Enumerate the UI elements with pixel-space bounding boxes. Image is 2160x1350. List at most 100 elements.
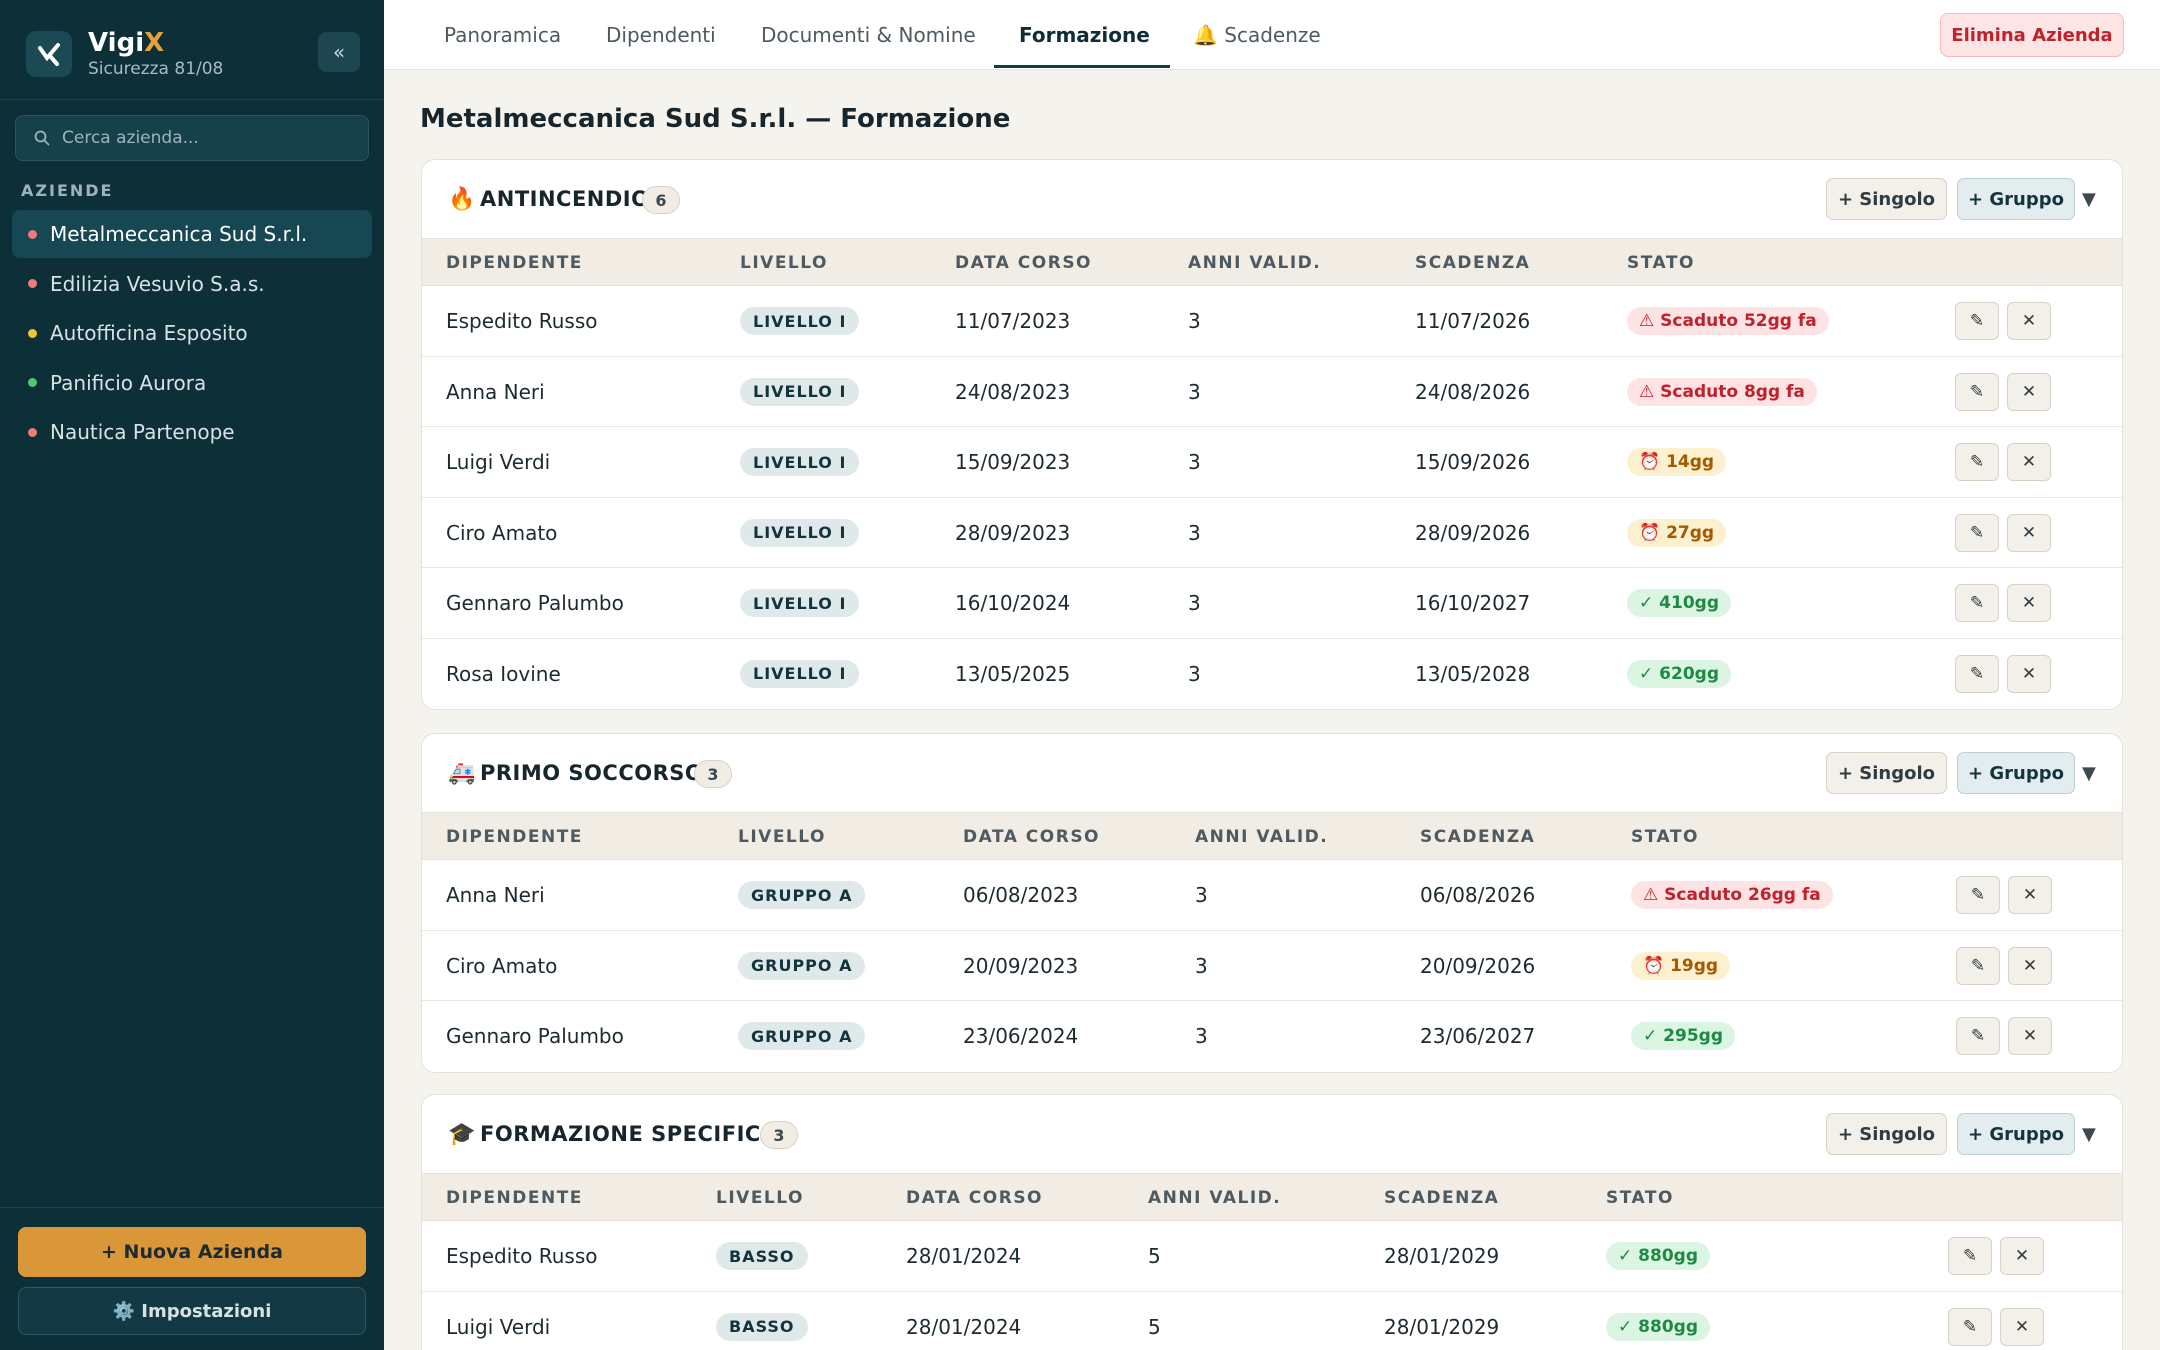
close-icon[interactable]: ✕ — [2000, 1237, 2044, 1275]
edit-icon[interactable]: ✎ — [1956, 876, 2000, 914]
add-single-button[interactable]: + Singolo — [1826, 178, 1947, 220]
table-row: Gennaro Palumbo LIVELLO I 16/10/2024 3 16/10… — [422, 568, 2122, 639]
level-badge: LIVELLO I — [740, 448, 860, 476]
edit-icon[interactable]: ✎ — [1955, 654, 1999, 693]
company-list: Metalmeccanica Sud S.r.l. Edilizia Vesuvi… — [12, 210, 372, 458]
close-icon[interactable]: ✕ — [2008, 876, 2052, 914]
collapse-chevron-icon[interactable]: ▼ — [2082, 1095, 2096, 1173]
column-header: STATO — [1631, 827, 1699, 847]
close-icon[interactable]: ✕ — [2007, 513, 2051, 552]
validity-years: 3 — [1195, 953, 1208, 978]
company-item[interactable]: Panificio Aurora — [12, 359, 372, 407]
edit-icon[interactable]: ✎ — [1955, 372, 1999, 411]
edit-icon[interactable]: ✎ — [1955, 443, 1999, 481]
edit-icon[interactable]: ✎ — [1955, 513, 1999, 552]
tab-dipendenti[interactable]: Dipendenti — [606, 0, 716, 69]
employee-name: Gennaro Palumbo — [446, 1024, 624, 1048]
level-cell: GRUPPO A — [738, 860, 866, 930]
close-icon[interactable]: ✕ — [2007, 654, 2051, 693]
add-group-button[interactable]: + Gruppo — [1957, 752, 2075, 794]
company-item[interactable]: Nautica Partenope — [12, 408, 372, 456]
table-row: Anna Neri LIVELLO I 24/08/2023 3 24/08/2026 ⚠… — [422, 357, 2122, 427]
company-item[interactable]: Edilizia Vesuvio S.a.s. — [12, 260, 372, 308]
status-badge: ⚠ Scaduto 26gg fa — [1631, 881, 1833, 909]
status-badge: ⚠ Scaduto 52gg fa — [1627, 307, 1829, 335]
column-header: DATA CORSO — [963, 827, 1101, 847]
course-date: 20/09/2023 — [963, 953, 1079, 978]
company-item[interactable]: Metalmeccanica Sud S.r.l. — [12, 210, 372, 258]
level-badge: LIVELLO I — [740, 377, 860, 406]
status-badge: ⏰ 14gg — [1627, 448, 1727, 476]
settings-button[interactable]: ⚙️ Impostazioni — [18, 1287, 366, 1335]
add-group-button[interactable]: + Gruppo — [1957, 1113, 2075, 1155]
close-icon[interactable]: ✕ — [2000, 1307, 2044, 1346]
collapse-sidebar-button[interactable]: « — [318, 32, 360, 72]
companies-heading: AZIENDE — [21, 181, 114, 200]
close-icon[interactable]: ✕ — [2007, 372, 2051, 411]
status-cell: ⏰ 14gg — [1627, 427, 1727, 497]
status-dot-icon — [28, 229, 37, 239]
edit-icon[interactable]: ✎ — [1948, 1307, 1992, 1346]
close-icon[interactable]: ✕ — [2007, 584, 2051, 622]
course-date: 24/08/2023 — [955, 379, 1071, 404]
brand[interactable]: VigiX Sicurezza 81/08 — [26, 28, 223, 80]
edit-icon[interactable]: ✎ — [1955, 584, 1999, 622]
company-search[interactable] — [15, 115, 369, 161]
level-cell: LIVELLO I — [740, 568, 860, 638]
sidebar: VigiX Sicurezza 81/08 « AZIENDE Metalmec… — [0, 0, 384, 1350]
company-item[interactable]: Autofficina Esposito — [12, 309, 372, 357]
expiry-date: 20/09/2026 — [1420, 953, 1536, 978]
status-badge: ✓ 880gg — [1606, 1242, 1710, 1270]
status-dot-icon — [28, 427, 37, 437]
validity-years: 5 — [1148, 1244, 1161, 1268]
course-date: 28/01/2024 — [906, 1314, 1022, 1339]
status-dot-icon — [28, 279, 37, 289]
add-group-button[interactable]: + Gruppo — [1957, 178, 2075, 220]
column-header: LIVELLO — [716, 1188, 804, 1208]
search-input[interactable] — [62, 128, 362, 148]
close-icon[interactable]: ✕ — [2007, 302, 2051, 340]
tab-scadenze[interactable]: 🔔 Scadenze — [1193, 0, 1321, 69]
add-single-button[interactable]: + Singolo — [1826, 1113, 1947, 1155]
edit-icon[interactable]: ✎ — [1956, 946, 2000, 985]
tab-documenti-nomine[interactable]: Documenti & Nomine — [761, 0, 976, 69]
status-cell: ⚠ Scaduto 26gg fa — [1631, 860, 1833, 930]
column-header: DATA CORSO — [955, 253, 1093, 273]
status-cell: ✓ 295gg — [1631, 1001, 1735, 1071]
brand-subtitle: Sicurezza 81/08 — [88, 59, 224, 79]
level-cell: LIVELLO I — [740, 427, 860, 497]
edit-icon[interactable]: ✎ — [1955, 302, 1999, 340]
status-cell: ⚠ Scaduto 8gg fa — [1627, 357, 1817, 427]
close-icon[interactable]: ✕ — [2007, 443, 2051, 481]
column-header: LIVELLO — [738, 827, 826, 847]
expiry-date: 06/08/2026 — [1420, 883, 1536, 907]
level-cell: LIVELLO I — [740, 639, 860, 709]
edit-icon[interactable]: ✎ — [1956, 1017, 2000, 1055]
add-single-button[interactable]: + Singolo — [1826, 752, 1947, 794]
level-badge: LIVELLO I — [740, 518, 860, 547]
column-header: STATO — [1627, 253, 1695, 273]
level-cell: GRUPPO A — [738, 1001, 866, 1071]
column-header: LIVELLO — [740, 253, 828, 273]
tab-panoramica[interactable]: Panoramica — [444, 0, 561, 69]
collapse-chevron-icon[interactable]: ▼ — [2082, 734, 2096, 812]
expiry-date: 28/01/2029 — [1384, 1314, 1500, 1339]
employee-name: Espedito Russo — [446, 1244, 598, 1268]
close-icon[interactable]: ✕ — [2008, 946, 2052, 985]
new-company-button[interactable]: + Nuova Azienda — [18, 1227, 366, 1277]
training-section-card: 🚑 PRIMO SOCCORSO 3 + Singolo + Gruppo ▼ DIPEND… — [421, 733, 2123, 1073]
edit-icon[interactable]: ✎ — [1948, 1237, 1992, 1275]
level-badge: GRUPPO A — [738, 881, 866, 909]
company-name: Autofficina Esposito — [50, 321, 248, 346]
expiry-date: 28/09/2026 — [1415, 520, 1531, 545]
column-header: ANNI VALID. — [1148, 1188, 1282, 1208]
section-header: 🚑 PRIMO SOCCORSO 3 + Singolo + Gruppo ▼ — [422, 734, 2122, 812]
expiry-date: 16/10/2027 — [1415, 591, 1531, 615]
tab-formazione[interactable]: Formazione — [1019, 0, 1150, 69]
delete-company-button[interactable]: Elimina Azienda — [1940, 13, 2124, 57]
collapse-chevron-icon[interactable]: ▼ — [2082, 160, 2096, 238]
table-header: DIPENDENTE LIVELLO DATA CORSO ANNI VALID. SC… — [422, 1173, 2122, 1221]
employee-name: Luigi Verdi — [446, 450, 551, 474]
close-icon[interactable]: ✕ — [2008, 1017, 2052, 1055]
validity-years: 3 — [1195, 1024, 1208, 1048]
